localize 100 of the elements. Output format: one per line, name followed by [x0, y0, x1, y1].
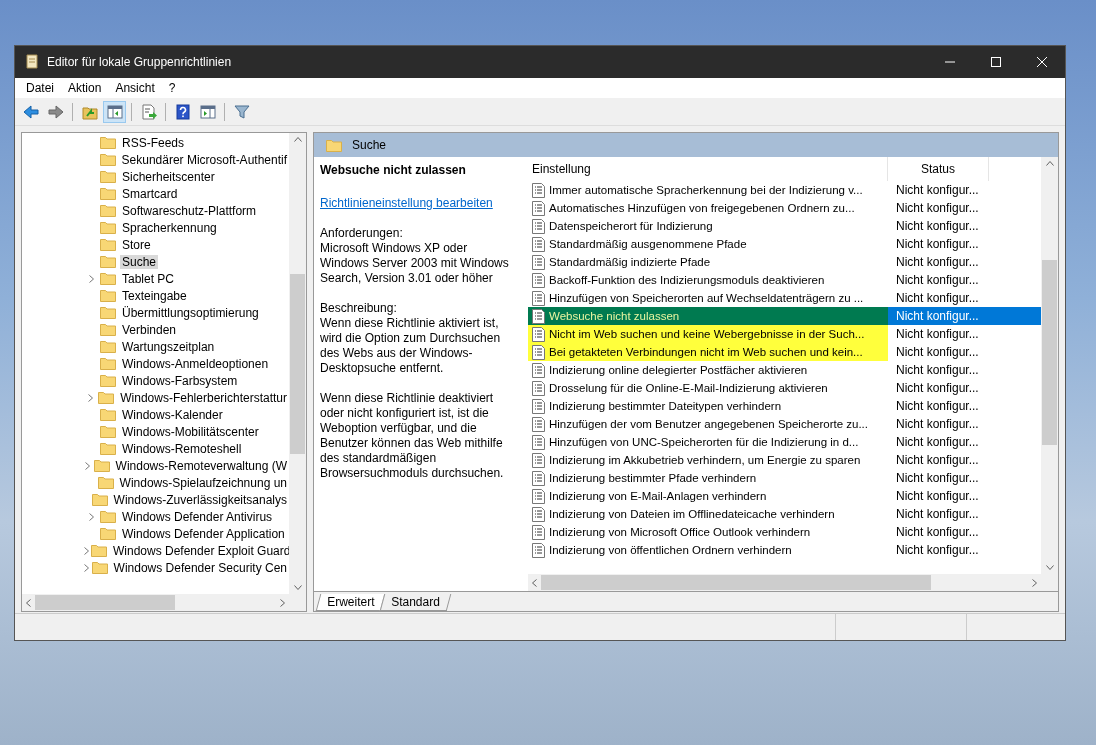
vertical-scrollbar[interactable] [1041, 157, 1058, 574]
setting-cell[interactable]: Indizierung von E-Mail-Anlagen verhindern [528, 487, 888, 505]
scroll-up-icon[interactable] [1045, 161, 1054, 166]
tree-item[interactable]: Windows-Kalender [120, 407, 225, 422]
tree-item[interactable]: Store [120, 237, 153, 252]
column-header[interactable]: Einstellung [528, 157, 888, 181]
scroll-left-icon[interactable] [26, 598, 31, 607]
folder-icon [100, 255, 116, 268]
menu-item[interactable]: Ansicht [108, 81, 162, 95]
horizontal-scrollbar[interactable] [528, 574, 1041, 591]
setting-cell[interactable]: Nicht im Web suchen und keine Webergebnisse in der Such... [528, 325, 888, 343]
tree-item[interactable]: Sicherheitscenter [120, 169, 217, 184]
policy-setting-icon [532, 182, 545, 198]
status-cell-text: Nicht konfigur... [895, 326, 980, 343]
policy-setting-icon [532, 218, 545, 234]
chevron-right-icon[interactable] [88, 274, 94, 283]
tree-item[interactable]: Softwareschutz-Plattform [120, 203, 259, 218]
tree-item[interactable]: Windows-Anmeldeoptionen [120, 356, 271, 371]
scroll-left-icon[interactable] [532, 578, 537, 587]
setting-cell[interactable]: Drosselung für die Online-E-Mail-Indizierung aktivieren [528, 379, 888, 397]
tree-item[interactable]: Windows-Mobilitätscenter [120, 424, 261, 439]
policy-setting-icon [532, 488, 545, 504]
forward-arrow-icon [47, 103, 64, 120]
tree-item[interactable]: Windows-Fehlerberichterstattur [118, 390, 289, 405]
tree-item[interactable]: Windows-Farbsystem [120, 373, 240, 388]
vertical-scrollbar[interactable] [289, 133, 306, 594]
status-cell-text: Nicht konfigur... [895, 362, 980, 379]
policy-setting-icon [532, 416, 545, 432]
tree-item[interactable]: Windows-Spielaufzeichnung un [117, 475, 289, 490]
folder-icon [100, 272, 116, 285]
view-tab[interactable]: Standard [380, 594, 452, 611]
policy-setting-icon [532, 506, 545, 522]
chevron-right-icon[interactable] [87, 393, 93, 402]
tree-item[interactable]: RSS-Feeds [120, 135, 187, 150]
policy-setting-icon [532, 254, 545, 270]
setting-cell[interactable]: Indizierung online delegierter Postfächer aktivieren [528, 361, 888, 379]
horizontal-scrollbar[interactable] [22, 594, 289, 611]
setting-cell[interactable]: Indizierung bestimmter Pfade verhindern [528, 469, 888, 487]
folder-icon [100, 221, 116, 234]
tree-item[interactable]: Spracherkennung [120, 220, 219, 235]
tree-item[interactable]: Übermittlungsoptimierung [120, 305, 261, 320]
tree-item[interactable]: Windows Defender Application [120, 526, 287, 541]
setting-cell[interactable]: Hinzufügen von UNC-Speicherorten für die Indizierung in d... [528, 433, 888, 451]
setting-cell[interactable]: Backoff-Funktion des Indizierungsmoduls deaktivieren [528, 271, 888, 289]
tree-item[interactable]: Windows Defender Security Cen [111, 560, 289, 575]
tree-item[interactable]: Windows-Remoteshell [120, 441, 244, 456]
status-cell-text: Nicht konfigur... [895, 182, 980, 199]
chevron-right-icon[interactable] [85, 461, 91, 470]
chevron-right-icon[interactable] [84, 546, 89, 555]
scroll-down-icon[interactable] [1045, 565, 1054, 570]
setting-cell[interactable]: Hinzufügen von Speicherorten auf Wechseldatenträgern zu ... [528, 289, 888, 307]
policy-setting-icon [532, 326, 545, 342]
policy-setting-icon [532, 290, 545, 306]
status-cell-text: Nicht konfigur... [895, 200, 980, 217]
folder-icon [97, 476, 114, 489]
tree-item[interactable]: Texteingabe [120, 288, 189, 303]
menu-item[interactable]: Datei [19, 81, 61, 95]
folder-icon [100, 442, 116, 455]
column-header[interactable]: Status [888, 157, 989, 181]
status-cell-text: Nicht konfigur... [895, 506, 980, 523]
scroll-right-icon[interactable] [280, 598, 285, 607]
setting-cell[interactable]: Bei getakteten Verbindungen nicht im Web suchen und kein... [528, 343, 888, 361]
edit-policy-link[interactable]: Richtlinieneinstellung bearbeiten [320, 196, 493, 210]
tree-item[interactable]: Windows-Zuverlässigkeitsanalys [111, 492, 289, 507]
setting-cell[interactable]: Indizierung im Akkubetrieb verhindern, um Energie zu sparen [528, 451, 888, 469]
tree-item[interactable]: Windows Defender Exploit Guard [111, 543, 289, 558]
setting-cell[interactable]: Automatisches Hinzufügen von freigegebenen Ordnern zu... [528, 199, 888, 217]
filter-icon [233, 103, 250, 120]
setting-cell[interactable]: Indizierung von öffentlichen Ordnern verhindern [528, 541, 888, 559]
setting-cell[interactable]: Standardmäßig ausgenommene Pfade [528, 235, 888, 253]
tree-item[interactable]: Windows-Remoteverwaltung (W [113, 458, 289, 473]
scroll-right-icon[interactable] [1032, 578, 1037, 587]
tree-item[interactable]: Tablet PC [120, 271, 177, 286]
scroll-up-icon[interactable] [293, 137, 302, 142]
setting-cell[interactable]: Indizierung bestimmter Dateitypen verhindern [528, 397, 888, 415]
setting-cell[interactable]: Websuche nicht zulassen [528, 307, 888, 325]
tree-item[interactable]: Suche [120, 254, 159, 269]
setting-cell[interactable]: Indizierung von Microsoft Office Outlook verhindern [528, 523, 888, 541]
policy-setting-icon [532, 524, 545, 540]
tree-item[interactable]: Verbinden [120, 322, 179, 337]
tree-item[interactable]: Wartungszeitplan [120, 339, 217, 354]
toolbar-button[interactable] [103, 100, 126, 123]
setting-cell[interactable]: Immer automatische Spracherkennung bei der Indizierung v... [528, 181, 888, 199]
folder-icon [100, 187, 116, 200]
menu-item[interactable]: ? [161, 81, 183, 95]
description-text: Wenn diese Richtlinie aktiviert ist, wird die Option zum Durchsuchen des Webs aus der Windows-Desktopsuche entfernt. [320, 316, 502, 376]
tree-item[interactable]: Windows Defender Antivirus [120, 509, 275, 524]
setting-cell[interactable]: Datenspeicherort für Indizierung [528, 217, 888, 235]
view-tab[interactable]: Erweitert [315, 594, 386, 611]
setting-cell[interactable]: Standardmäßig indizierte Pfade [528, 253, 888, 271]
menu-item[interactable]: Aktion [61, 81, 109, 95]
setting-cell[interactable]: Indizierung von Dateien im Offlinedateicache verhindern [528, 505, 888, 523]
setting-cell[interactable]: Hinzufügen der vom Benutzer angegebenen Speicherorte zu... [528, 415, 888, 433]
status-cell-text: Nicht konfigur... [895, 272, 980, 289]
chevron-right-icon[interactable] [88, 512, 94, 521]
tree-item[interactable]: Smartcard [120, 186, 180, 201]
chevron-right-icon[interactable] [84, 563, 90, 572]
folder-icon [100, 238, 116, 251]
tree-item[interactable]: Sekundärer Microsoft-Authentif [119, 152, 289, 167]
scroll-down-icon[interactable] [293, 585, 302, 590]
